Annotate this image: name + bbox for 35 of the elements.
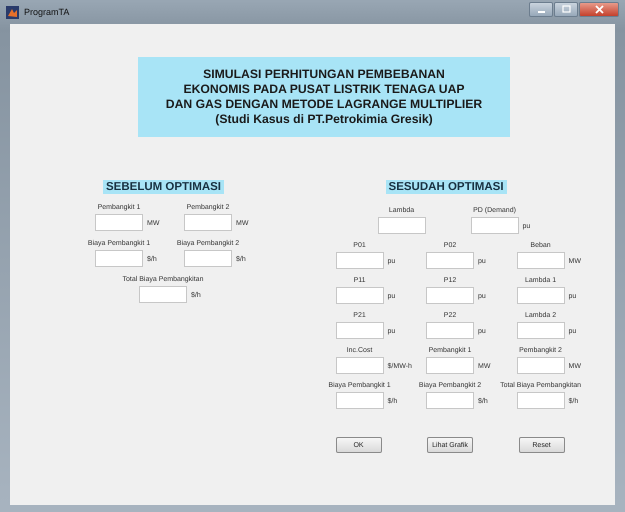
banner-text: DAN GAS DENGAN METODE LAGRANGE MULTIPLIER — [166, 97, 482, 112]
banner-text: SIMULASI PERHITUNGAN PEMBEBANAN — [203, 67, 445, 82]
input-field[interactable] — [426, 287, 474, 304]
input-field[interactable] — [426, 322, 474, 339]
input-field[interactable] — [378, 217, 426, 234]
close-button[interactable] — [579, 2, 619, 17]
window-title: ProgramTA — [24, 7, 70, 17]
input-field[interactable] — [426, 392, 474, 409]
input-field[interactable] — [516, 322, 565, 339]
input-field[interactable] — [516, 252, 565, 269]
maximize-button[interactable] — [554, 2, 578, 17]
input-field[interactable] — [184, 214, 232, 231]
input-field[interactable] — [516, 357, 565, 374]
input-field[interactable] — [95, 250, 143, 267]
input-field[interactable] — [336, 287, 384, 304]
input-field[interactable] — [336, 252, 384, 269]
input-field[interactable] — [426, 252, 474, 269]
input-field[interactable] — [139, 286, 187, 303]
section-heading: SEBELUM OPTIMASI — [103, 180, 224, 194]
banner-text: (Studi Kasus di PT.Petrokimia Gresik) — [215, 112, 433, 127]
app-icon — [6, 6, 19, 18]
input-field[interactable] — [336, 322, 384, 339]
input-field[interactable] — [516, 287, 565, 304]
maximize-icon — [562, 5, 570, 14]
section-heading: SESUDAH OPTIMASI — [386, 180, 507, 194]
banner-text: EKONOMIS PADA PUSAT LISTRIK TENAGA UAP — [184, 82, 464, 97]
minimize-button[interactable] — [529, 2, 553, 17]
input-field[interactable] — [336, 392, 384, 409]
input-field[interactable] — [516, 392, 565, 409]
input-field[interactable] — [95, 214, 143, 231]
input-field[interactable] — [426, 357, 474, 374]
input-field[interactable] — [470, 217, 519, 234]
input-field[interactable] — [336, 357, 384, 374]
input-field[interactable] — [184, 250, 232, 267]
close-icon — [594, 5, 604, 14]
